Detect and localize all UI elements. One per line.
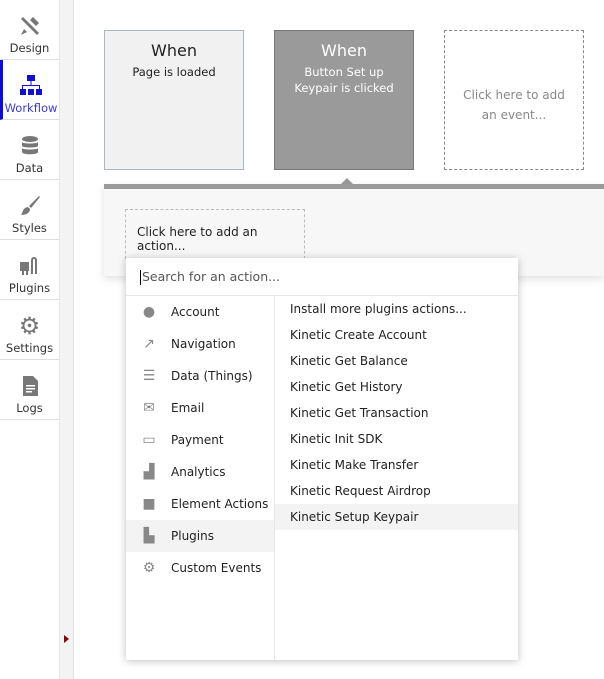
puzzle-icon: ■ [142, 496, 156, 512]
plugin-icon: ▙ [143, 528, 155, 544]
action-item-highlighted[interactable]: Kinetic Setup Keypair [275, 504, 518, 530]
category-element-actions[interactable]: ■ Element Actions [126, 488, 274, 520]
action-list: Install more plugins actions... Kinetic … [275, 296, 518, 530]
sidebar-item-data[interactable]: Data [0, 120, 59, 180]
plugin-icon [19, 257, 37, 275]
design-icon [20, 17, 39, 35]
database-icon: ☰ [142, 368, 156, 384]
action-item[interactable]: Kinetic Create Account [275, 322, 518, 348]
add-action-button[interactable]: Click here to add an action... [125, 209, 305, 259]
user-icon: ● [142, 304, 156, 320]
action-item[interactable]: Kinetic Get Balance [275, 348, 518, 374]
document-icon [22, 376, 38, 396]
category-data[interactable]: ☰ Data (Things) [126, 360, 274, 392]
workflow-icon [20, 75, 42, 95]
share-icon: ↗ [143, 336, 155, 352]
gears-icon: ⚙ [142, 560, 156, 576]
text-caret [140, 270, 141, 285]
credit-card-icon: ▭ [142, 432, 156, 448]
sidebar-item-design[interactable]: Design [0, 0, 59, 60]
sidebar-item-workflow[interactable]: Workflow [0, 60, 59, 120]
category-account[interactable]: ● Account [126, 296, 274, 328]
expand-arrow-icon[interactable] [64, 635, 69, 643]
event-card-button-clicked[interactable]: When Button Set up Keypair is clicked [274, 30, 414, 170]
gear-icon: ⚙ [18, 312, 41, 340]
sidebar-item-settings[interactable]: ⚙ Settings [0, 300, 59, 360]
category-custom-events[interactable]: ⚙ Custom Events [126, 552, 274, 584]
database-icon [21, 136, 38, 155]
envelope-icon: ✉ [143, 400, 155, 416]
category-list: ● Account ↗ Navigation ☰ Data (Things) ✉ Ema… [126, 296, 275, 660]
sidebar-item-logs[interactable]: Logs [0, 360, 59, 420]
action-item[interactable]: Kinetic Get History [275, 374, 518, 400]
chart-icon: ▟ [143, 464, 155, 480]
category-plugins[interactable]: ▙ Plugins [126, 520, 274, 552]
add-event-button[interactable]: Click here to add an event... [444, 30, 584, 170]
category-analytics[interactable]: ▟ Analytics [126, 456, 274, 488]
action-dropdown: Search for an action... ● Account ↗ Naviga… [126, 258, 518, 660]
sidebar-item-styles[interactable]: Styles [0, 180, 59, 240]
action-item[interactable]: Kinetic Make Transfer [275, 452, 518, 478]
action-item[interactable]: Kinetic Request Airdrop [275, 478, 518, 504]
sidebar-item-plugins[interactable]: Plugins [0, 240, 59, 300]
event-card-page-loaded[interactable]: When Page is loaded [104, 30, 244, 170]
action-search-input[interactable]: Search for an action... [126, 258, 518, 296]
brush-icon [20, 196, 40, 215]
action-install-plugins[interactable]: Install more plugins actions... [275, 296, 518, 322]
collapse-gutter[interactable] [60, 0, 74, 679]
action-item[interactable]: Kinetic Get Transaction [275, 400, 518, 426]
category-payment[interactable]: ▭ Payment [126, 424, 274, 456]
sidebar: Design Workflow Data Styles Plugins ⚙ Set… [0, 0, 60, 679]
action-item[interactable]: Kinetic Init SDK [275, 426, 518, 452]
category-email[interactable]: ✉ Email [126, 392, 274, 424]
category-navigation[interactable]: ↗ Navigation [126, 328, 274, 360]
